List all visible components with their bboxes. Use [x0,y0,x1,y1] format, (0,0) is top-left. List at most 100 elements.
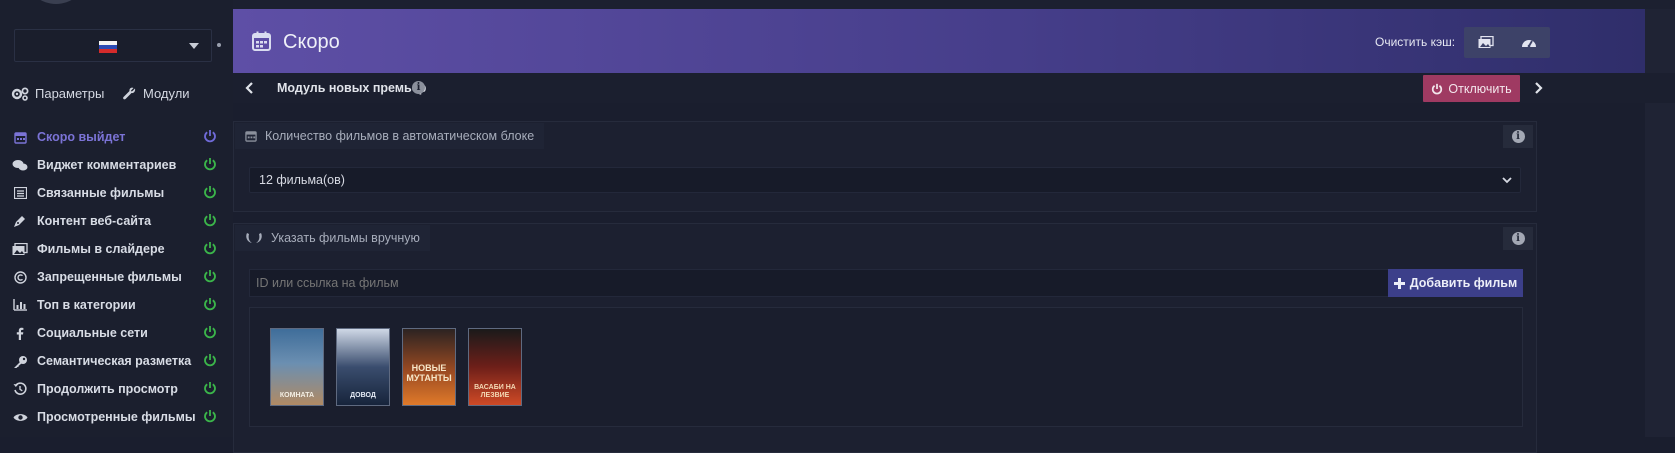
sidebar-item-label: Социальные сети [37,326,148,340]
selected-films-list: КОМНАТА ДОВОД НОВЫЕ МУТАНТЫ ВАСАБИ НА ЛЕ… [249,307,1523,427]
panel-title: Указать фильмы вручную [271,231,420,245]
tab-modules-label: Модули [143,86,190,101]
info-icon: i [1511,232,1525,245]
chevron-left-icon[interactable] [243,80,257,96]
gears-icon [11,87,29,101]
sidebar-item-label: Скоро выйдет [37,130,126,144]
sidebar-tabs: Параметры Модули [0,79,233,108]
sidebar-item-label: Просмотренные фильмы [37,410,196,424]
sidebar: Параметры Модули Скоро выйдет Виджет ком… [0,0,233,437]
chevron-down-icon [1502,177,1512,184]
calendar-icon [252,31,271,51]
panel-header: Указать фильмы вручную [235,225,430,251]
sidebar-item-banned-films[interactable]: Запрещенные фильмы [0,262,233,290]
sidebar-item-label: Продолжить просмотр [37,382,178,396]
clear-cache-group [1464,27,1550,58]
film-poster[interactable]: КОМНАТА [270,328,324,406]
page-title: Скоро [283,31,340,53]
poster-title: НОВЫЕ МУТАНТЫ [406,363,452,383]
poster-title: ДОВОД [350,392,376,399]
sidebar-item-watched-films[interactable]: Просмотренные фильмы [0,402,233,430]
disable-module-button[interactable]: Отключить [1423,75,1520,102]
power-toggle-icon[interactable] [203,325,217,339]
sidebar-item-slider-films[interactable]: Фильмы в слайдере [0,234,233,262]
sidebar-item-coming-soon[interactable]: Скоро выйдет [0,122,233,150]
manual-block-panel: Указать фильмы вручную i Добавить фильм … [233,223,1537,453]
clear-data-cache-button[interactable] [1507,27,1550,58]
power-toggle-icon[interactable] [203,353,217,367]
film-count-select[interactable]: 12 фильма(ов) [249,167,1521,193]
film-poster[interactable]: ВАСАБИ НА ЛЕЗВИЕ [468,328,522,406]
chevron-right-icon[interactable] [1531,80,1545,96]
wrench-icon [123,87,136,100]
info-icon: i [1511,130,1525,143]
calendar-icon [12,130,28,144]
power-toggle-icon[interactable] [203,269,217,283]
module-title: Модуль новых премьер [277,81,427,95]
poster-title: КОМНАТА [279,392,315,399]
info-icon[interactable]: i [412,81,425,94]
power-toggle-icon[interactable] [203,381,217,395]
film-poster[interactable]: ДОВОД [336,328,390,406]
power-toggle-icon[interactable] [203,213,217,227]
plus-icon [1393,277,1405,289]
tab-parameters-label: Параметры [35,86,105,101]
sidebar-item-label: Фильмы в слайдере [37,242,165,256]
sidebar-item-comments-widget[interactable]: Виджет комментариев [0,150,233,178]
power-toggle-icon[interactable] [203,129,217,143]
power-toggle-icon[interactable] [203,241,217,255]
sidebar-item-semantic-markup[interactable]: Семантическая разметка [0,346,233,374]
disable-button-label: Отключить [1448,81,1512,96]
comments-icon [12,158,28,172]
sidebar-item-label: Топ в категории [37,298,136,312]
add-film-button[interactable]: Добавить фильм [1388,269,1523,297]
sidebar-item-website-content[interactable]: Контент веб-сайта [0,206,233,234]
module-bar: Модуль новых премьер i Отключить [233,73,1675,103]
auto-block-panel: Количество фильмов в автоматическом блок… [233,121,1537,212]
tab-parameters[interactable]: Параметры [11,79,104,108]
film-count-value: 12 фильма(ов) [259,173,345,187]
power-toggle-icon[interactable] [203,157,217,171]
language-select[interactable] [14,29,212,62]
history-icon [12,382,28,396]
copyright-icon [12,270,28,284]
panel-info-button[interactable]: i [1503,125,1533,148]
sidebar-item-label: Запрещенные фильмы [37,270,182,284]
eye-icon [12,410,28,424]
module-menu: Скоро выйдет Виджет комментариев Связанн… [0,122,233,430]
film-id-input[interactable] [249,269,1389,297]
sidebar-item-label: Связанные фильмы [37,186,165,200]
gauge-icon [1521,40,1536,48]
power-toggle-icon[interactable] [203,297,217,311]
power-icon [1432,83,1443,94]
status-dot [217,43,221,47]
chart-icon [12,298,28,312]
page-header: Скоро Очистить кэш: [233,9,1645,73]
images-icon [1478,36,1494,48]
sidebar-item-related-films[interactable]: Связанные фильмы [0,178,233,206]
facebook-icon [12,326,28,340]
calendar-icon [245,131,257,142]
film-poster[interactable]: НОВЫЕ МУТАНТЫ [402,328,456,406]
list-icon [12,186,28,200]
sidebar-item-label: Виджет комментариев [37,158,177,172]
chevron-down-icon [189,43,199,49]
power-toggle-icon[interactable] [203,185,217,199]
pen-icon [12,214,28,228]
sidebar-item-continue-watching[interactable]: Продолжить просмотр [0,374,233,402]
tab-modules[interactable]: Модули [122,79,190,108]
sidebar-item-label: Семантическая разметка [37,354,192,368]
power-toggle-icon[interactable] [203,409,217,423]
key-icon [12,354,28,368]
panel-title: Количество фильмов в автоматическом блок… [265,129,535,143]
add-film-label: Добавить фильм [1409,276,1518,290]
ru-flag-icon [99,41,117,53]
sidebar-item-label: Контент веб-сайта [37,214,152,228]
laurel-icon [246,233,262,243]
sidebar-item-top-in-category[interactable]: Топ в категории [0,290,233,318]
clear-image-cache-button[interactable] [1464,27,1507,58]
sidebar-item-social-networks[interactable]: Социальные сети [0,318,233,346]
panel-header: Количество фильмов в автоматическом блок… [235,123,545,149]
clear-cache-label: Очистить кэш: [1375,35,1456,49]
panel-info-button[interactable]: i [1503,227,1533,250]
